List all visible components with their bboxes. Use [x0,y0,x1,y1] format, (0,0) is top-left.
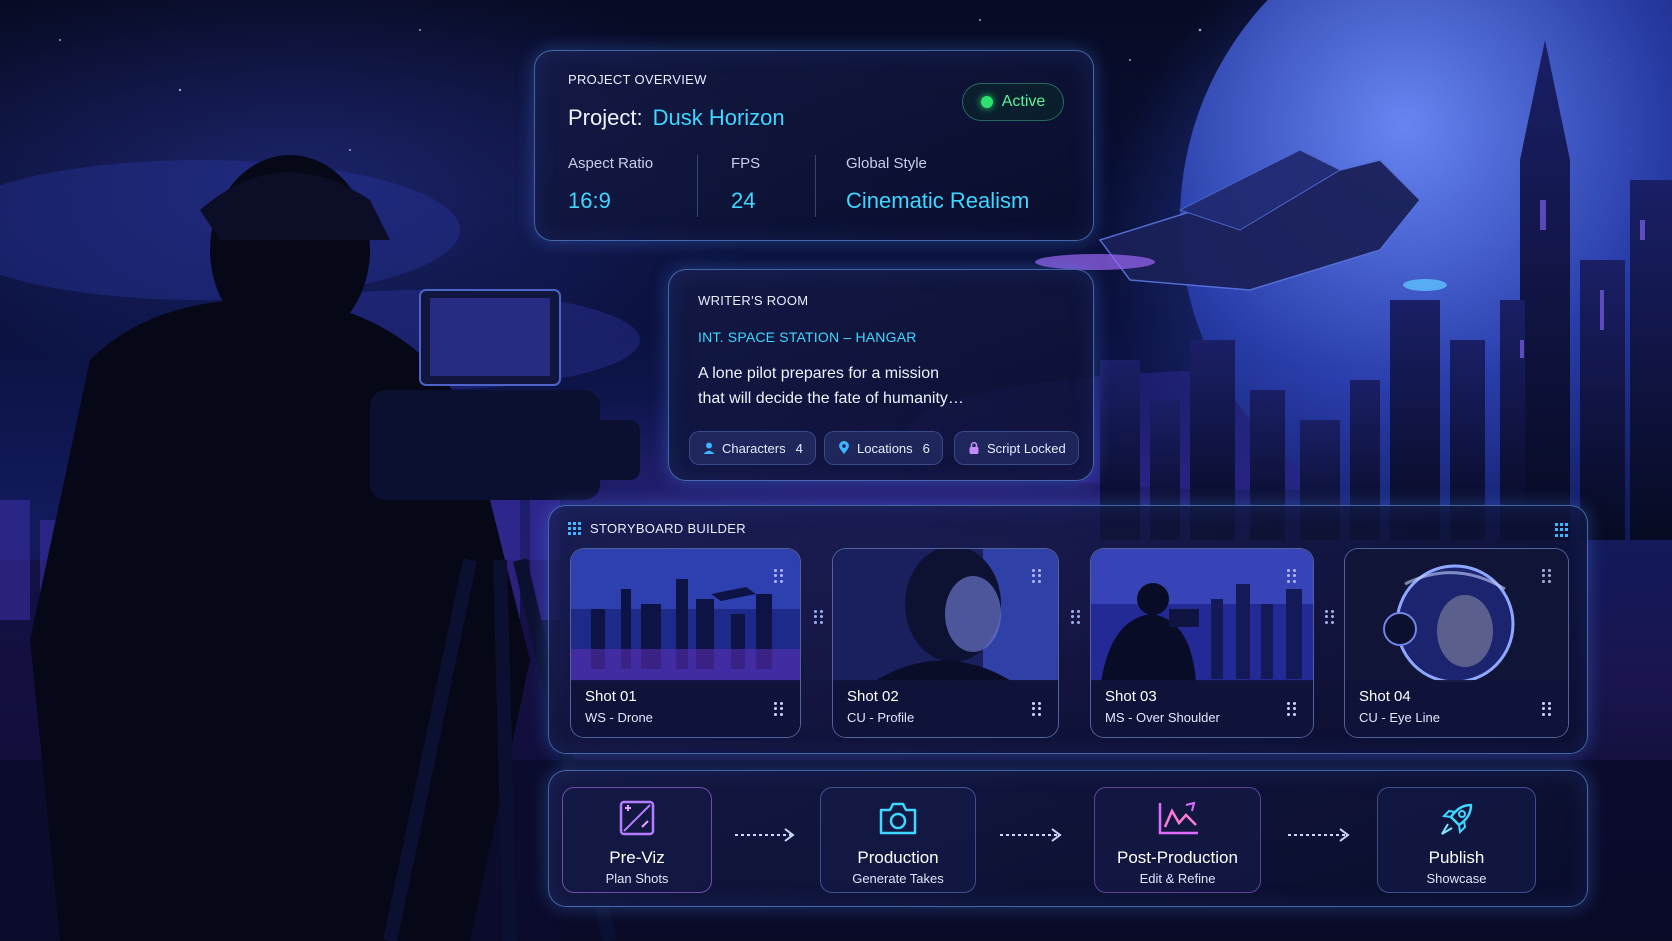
project-overview-panel: PROJECT OVERVIEW Project: Dusk Horizon Ac… [534,50,1094,241]
stat-label: Global Style [846,155,927,172]
shot-card-03[interactable]: Shot 03 MS - Over Shoulder [1090,548,1314,738]
logline-line-2: that will decide the fate of humanity… [698,390,964,407]
divider [697,155,698,217]
drag-handle-icon[interactable] [1287,569,1297,583]
status-label: Active [1001,93,1046,110]
stage-title: Pre-Viz [609,848,665,867]
chip-label: Script Locked [987,440,1066,456]
stage-title: Publish [1428,848,1485,867]
shot-title: Shot 03 [1105,688,1157,705]
shot-caption: Shot 04 CU - Eye Line [1345,680,1568,737]
drag-handle-icon[interactable] [774,569,784,583]
stage-subtitle: Edit & Refine [1139,871,1216,886]
shot-thumbnail [1345,549,1568,682]
city-skyline [1100,40,1672,540]
production-pipeline-panel: Pre-Viz Plan Shots Production Generate T… [548,770,1588,907]
panel-heading: STORYBOARD BUILDER [590,521,746,536]
divider [815,155,816,217]
shot-description: CU - Eye Line [1359,710,1440,725]
stage-subtitle: Showcase [1426,871,1487,886]
storyboard-frame-icon [619,800,655,836]
shot-card-04[interactable]: Shot 04 CU - Eye Line [1344,548,1569,738]
stage-title: Post-Production [1117,848,1238,867]
script-locked-chip[interactable]: Script Locked [954,431,1079,465]
arrow-right-icon [1000,828,1062,842]
shot-caption: Shot 02 CU - Profile [833,680,1058,737]
chip-count: 4 [795,440,803,456]
shot-description: CU - Profile [847,710,915,725]
stat-value[interactable]: Cinematic Realism [846,188,1029,214]
stage-post-production[interactable]: Post-Production Edit & Refine [1094,787,1261,893]
scene-heading[interactable]: INT. SPACE STATION – HANGAR [698,329,917,345]
stage-subtitle: Generate Takes [852,871,944,886]
arrow-right-icon [1288,828,1350,842]
stage-production[interactable]: Production Generate Takes [820,787,976,893]
chip-label: Locations [857,440,913,456]
shot-thumbnail [833,549,1058,682]
lock-icon [969,441,979,454]
panel-heading: PROJECT OVERVIEW [568,72,707,87]
drag-handle-icon[interactable] [1542,702,1552,716]
location-pin-icon [839,441,849,454]
stage-publish[interactable]: Publish Showcase [1377,787,1536,893]
shot-description: MS - Over Shoulder [1105,710,1220,725]
shot-title: Shot 02 [847,688,899,705]
shot-card-02[interactable]: Shot 02 CU - Profile [832,548,1059,738]
stage-subtitle: Plan Shots [605,871,669,886]
locations-chip[interactable]: Locations 6 [824,431,943,465]
drag-handle-icon[interactable] [1287,702,1297,716]
stat-label: FPS [731,155,761,172]
characters-chip[interactable]: Characters 4 [689,431,816,465]
storyboard-builder-panel: STORYBOARD BUILDER Shot 01 WS - Drone Sh… [548,505,1588,754]
drag-handle-icon[interactable] [1032,702,1042,716]
shot-caption: Shot 01 WS - Drone [571,680,800,737]
shot-card-01[interactable]: Shot 01 WS - Drone [570,548,801,738]
graph-edit-icon [1158,801,1198,835]
storyboard-title: STORYBOARD BUILDER [568,521,746,536]
shot-title: Shot 01 [585,688,637,705]
stat-global-style: Global Style Cinematic Realism [846,155,1029,214]
status-badge[interactable]: Active [962,83,1064,121]
grid-menu-icon[interactable] [1555,523,1569,537]
stat-aspect-ratio: Aspect Ratio 16:9 [568,155,653,214]
shot-thumbnail [571,549,800,682]
writers-room-panel: WRITER'S ROOM INT. SPACE STATION – HANGA… [668,269,1094,481]
shot-description: WS - Drone [585,710,653,725]
logline-line-1: A lone pilot prepares for a mission [698,365,940,382]
reorder-handle-icon[interactable] [1325,610,1335,624]
reorder-handle-icon[interactable] [814,610,824,624]
drag-handle-icon[interactable] [1542,569,1552,583]
drag-handle-icon[interactable] [1032,569,1042,583]
planet [1180,0,1672,540]
chip-label: Characters [722,440,786,456]
chip-count: 6 [922,440,930,456]
stat-label: Aspect Ratio [568,155,654,172]
rocket-icon [1440,803,1472,835]
project-label: Project: [568,105,643,130]
person-icon [703,442,715,454]
panel-heading: WRITER'S ROOM [698,293,809,308]
reorder-handle-icon[interactable] [1071,610,1081,624]
shot-thumbnail [1091,549,1313,682]
camera-icon [879,802,917,835]
stat-value[interactable]: 24 [731,188,760,214]
drag-handle-icon[interactable] [774,702,784,716]
shot-caption: Shot 03 MS - Over Shoulder [1091,680,1313,737]
stage-title: Production [857,848,939,867]
stat-value[interactable]: 16:9 [568,188,653,214]
project-name-line: Project: Dusk Horizon [568,105,785,131]
logline[interactable]: A lone pilot prepares for a mission that… [698,361,1068,411]
spaceship [1035,149,1447,291]
stage-pre-viz[interactable]: Pre-Viz Plan Shots [562,787,712,893]
grid-icon [568,521,582,536]
arrow-right-icon [735,828,795,842]
project-name[interactable]: Dusk Horizon [653,105,785,130]
stat-fps: FPS 24 [731,155,760,214]
status-dot-icon [980,96,993,108]
shot-title: Shot 04 [1359,688,1411,705]
